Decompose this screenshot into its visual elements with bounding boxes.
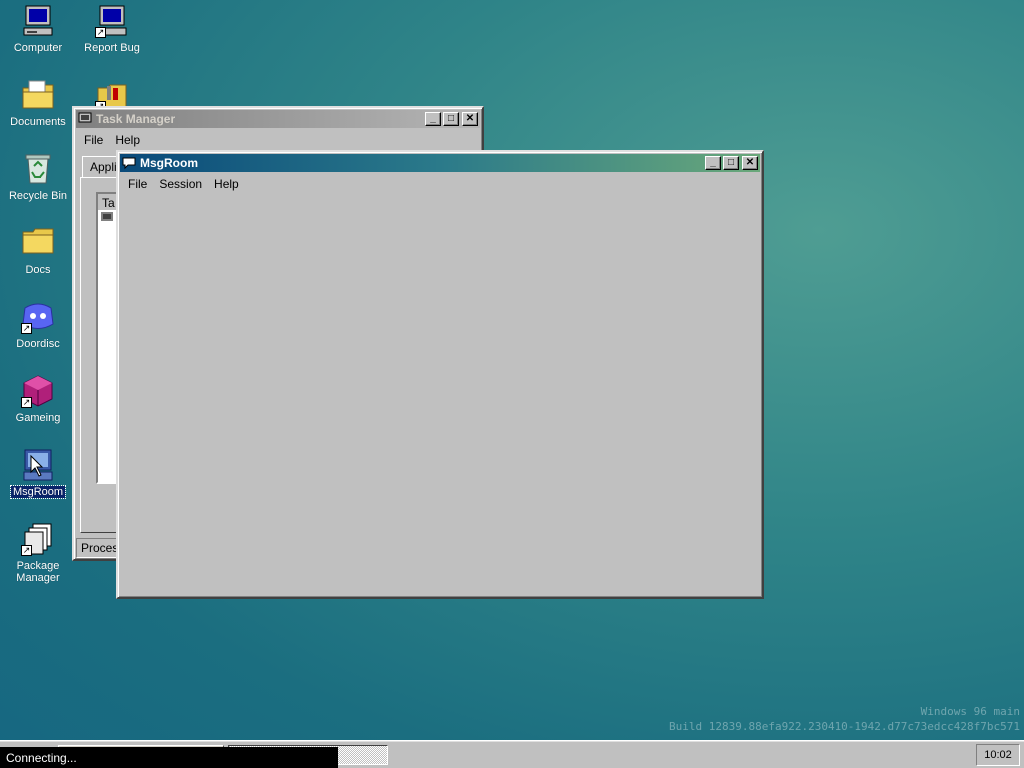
build-watermark-line1: Windows 96 main — [920, 705, 1020, 718]
connecting-status: Connecting... — [0, 747, 338, 768]
desktop-icon-documents[interactable]: Documents — [2, 78, 74, 128]
close-button[interactable]: ✕ — [742, 156, 758, 170]
desktop-icon-report-bug[interactable]: ↗ Report Bug — [76, 4, 148, 54]
menu-file[interactable]: File — [78, 132, 109, 148]
maximize-icon: □ — [727, 157, 735, 168]
task-item-icon — [101, 212, 113, 224]
desktop-icon-msgroom[interactable]: MsgRoom — [2, 448, 74, 499]
shortcut-arrow-icon: ↗ — [21, 545, 32, 556]
desktop-icon-label: Computer — [13, 42, 63, 54]
desktop-icon-label: Recycle Bin — [8, 190, 68, 202]
maximize-button[interactable]: □ — [723, 156, 739, 170]
menu-help[interactable]: Help — [109, 132, 146, 148]
desktop-icon-gameing[interactable]: ↗ Gameing — [2, 374, 74, 424]
shortcut-arrow-icon: ↗ — [95, 27, 106, 38]
msgroom-titlebar[interactable]: MsgRoom _ □ ✕ — [120, 154, 760, 172]
build-watermark-line2: Build 12839.88efa922.230410-1942.d77c73e… — [669, 720, 1020, 733]
menu-help[interactable]: Help — [208, 176, 245, 192]
maximize-button[interactable]: □ — [443, 112, 459, 126]
menu-session[interactable]: Session — [153, 176, 208, 192]
desktop-icon-label: Package Manager — [16, 560, 60, 584]
close-button[interactable]: ✕ — [462, 112, 478, 126]
task-manager-icon — [78, 112, 92, 126]
task-manager-menubar: File Help — [74, 130, 482, 150]
shortcut-arrow-icon: ↗ — [21, 397, 32, 408]
msgroom-icon — [21, 448, 55, 482]
close-icon: ✕ — [465, 113, 475, 124]
gameing-icon: ↗ — [21, 374, 55, 408]
minimize-button[interactable]: _ — [425, 112, 441, 126]
chat-bubble-icon — [122, 156, 136, 170]
window-title: Task Manager — [96, 112, 176, 126]
system-tray-clock[interactable]: 10:02 — [976, 744, 1020, 766]
menu-file[interactable]: File — [122, 176, 153, 192]
desktop-icon-label: Docs — [25, 264, 51, 276]
desktop-icon-label: Documents — [10, 116, 66, 128]
msgroom-window[interactable]: MsgRoom _ □ ✕ File Session Help — [116, 150, 764, 599]
window-title: MsgRoom — [140, 156, 198, 170]
desktop-icon-doordisc[interactable]: ↗ Doordisc — [2, 300, 74, 350]
msgroom-menubar: File Session Help — [118, 174, 762, 194]
desktop-icon-package-manager[interactable]: ↗ Package Manager — [2, 522, 74, 584]
doordisc-icon: ↗ — [21, 300, 55, 334]
shortcut-arrow-icon: ↗ — [21, 323, 32, 334]
desktop-icon-label: Doordisc — [16, 338, 60, 350]
maximize-icon: □ — [447, 113, 455, 124]
desktop-icon-recycle-bin[interactable]: Recycle Bin — [2, 152, 74, 202]
desktop-icon-docs[interactable]: Docs — [2, 226, 74, 276]
minimize-button[interactable]: _ — [705, 156, 721, 170]
documents-folder-icon — [21, 78, 55, 112]
desktop-icon-label: Report Bug — [84, 42, 140, 54]
recycle-bin-icon — [21, 152, 55, 186]
docs-folder-icon — [21, 226, 55, 260]
report-bug-icon: ↗ — [95, 4, 129, 38]
desktop-icon-label: Gameing — [15, 412, 61, 424]
minimize-icon: _ — [710, 157, 716, 168]
minimize-icon: _ — [430, 113, 436, 124]
msgroom-content — [120, 196, 760, 595]
task-manager-titlebar[interactable]: Task Manager _ □ ✕ — [76, 110, 480, 128]
desktop-icon-computer[interactable]: Computer — [2, 4, 74, 54]
computer-icon — [21, 4, 55, 38]
close-icon: ✕ — [745, 157, 755, 168]
desktop-icon-label: MsgRoom — [9, 485, 67, 499]
package-manager-icon: ↗ — [21, 522, 55, 556]
